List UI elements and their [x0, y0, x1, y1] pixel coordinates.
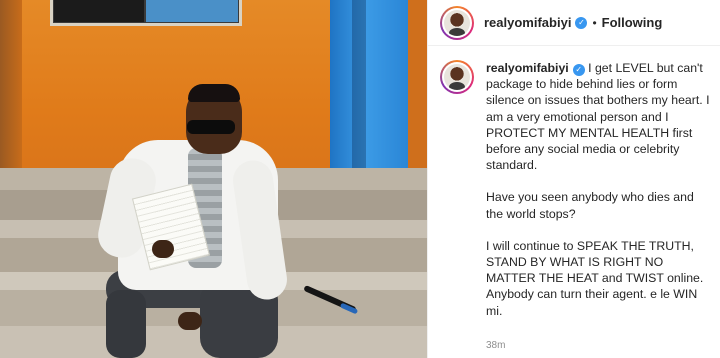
caption-username[interactable]: realyomifabiyi	[486, 61, 569, 75]
post-panel: realyomifabiyi ✓ • Following realyomifab…	[427, 0, 720, 358]
post-photo[interactable]	[0, 0, 427, 358]
post-timestamp[interactable]: 38m	[486, 340, 505, 351]
person-leg	[106, 290, 146, 358]
verified-badge-icon: ✓	[572, 64, 585, 77]
person-hand	[152, 240, 174, 258]
caption-row: realyomifabiyi ✓ I get LEVEL but can't pa…	[440, 60, 715, 335]
person-hand	[178, 312, 202, 330]
caption-paragraph-2: Have you seen anybody who dies and the w…	[486, 190, 694, 221]
caption-paragraph: realyomifabiyi ✓ I get LEVEL but can't pa…	[486, 61, 710, 172]
header-username[interactable]: realyomifabiyi	[484, 15, 571, 30]
avatar[interactable]	[440, 60, 474, 94]
wall-edge	[0, 0, 22, 185]
avatar[interactable]	[440, 5, 474, 40]
caption-paragraph-3: I will continue to SPEAK THE TRUTH, STAN…	[486, 238, 704, 318]
caption-text: realyomifabiyi ✓ I get LEVEL but can't pa…	[486, 60, 714, 335]
window-pane-dark	[54, 0, 144, 22]
separator-dot: •	[592, 15, 597, 30]
sunglasses	[187, 120, 235, 134]
person-hair	[188, 84, 240, 102]
post-header: realyomifabiyi ✓ • Following	[428, 0, 720, 46]
caption-paragraph-1: I get LEVEL but can't package to hide be…	[486, 61, 710, 173]
avatar-photo	[444, 9, 470, 36]
avatar-photo	[444, 64, 470, 90]
verified-badge-icon: ✓	[575, 16, 588, 29]
window-pane-blue	[146, 0, 238, 22]
following-button[interactable]: Following	[602, 15, 663, 30]
